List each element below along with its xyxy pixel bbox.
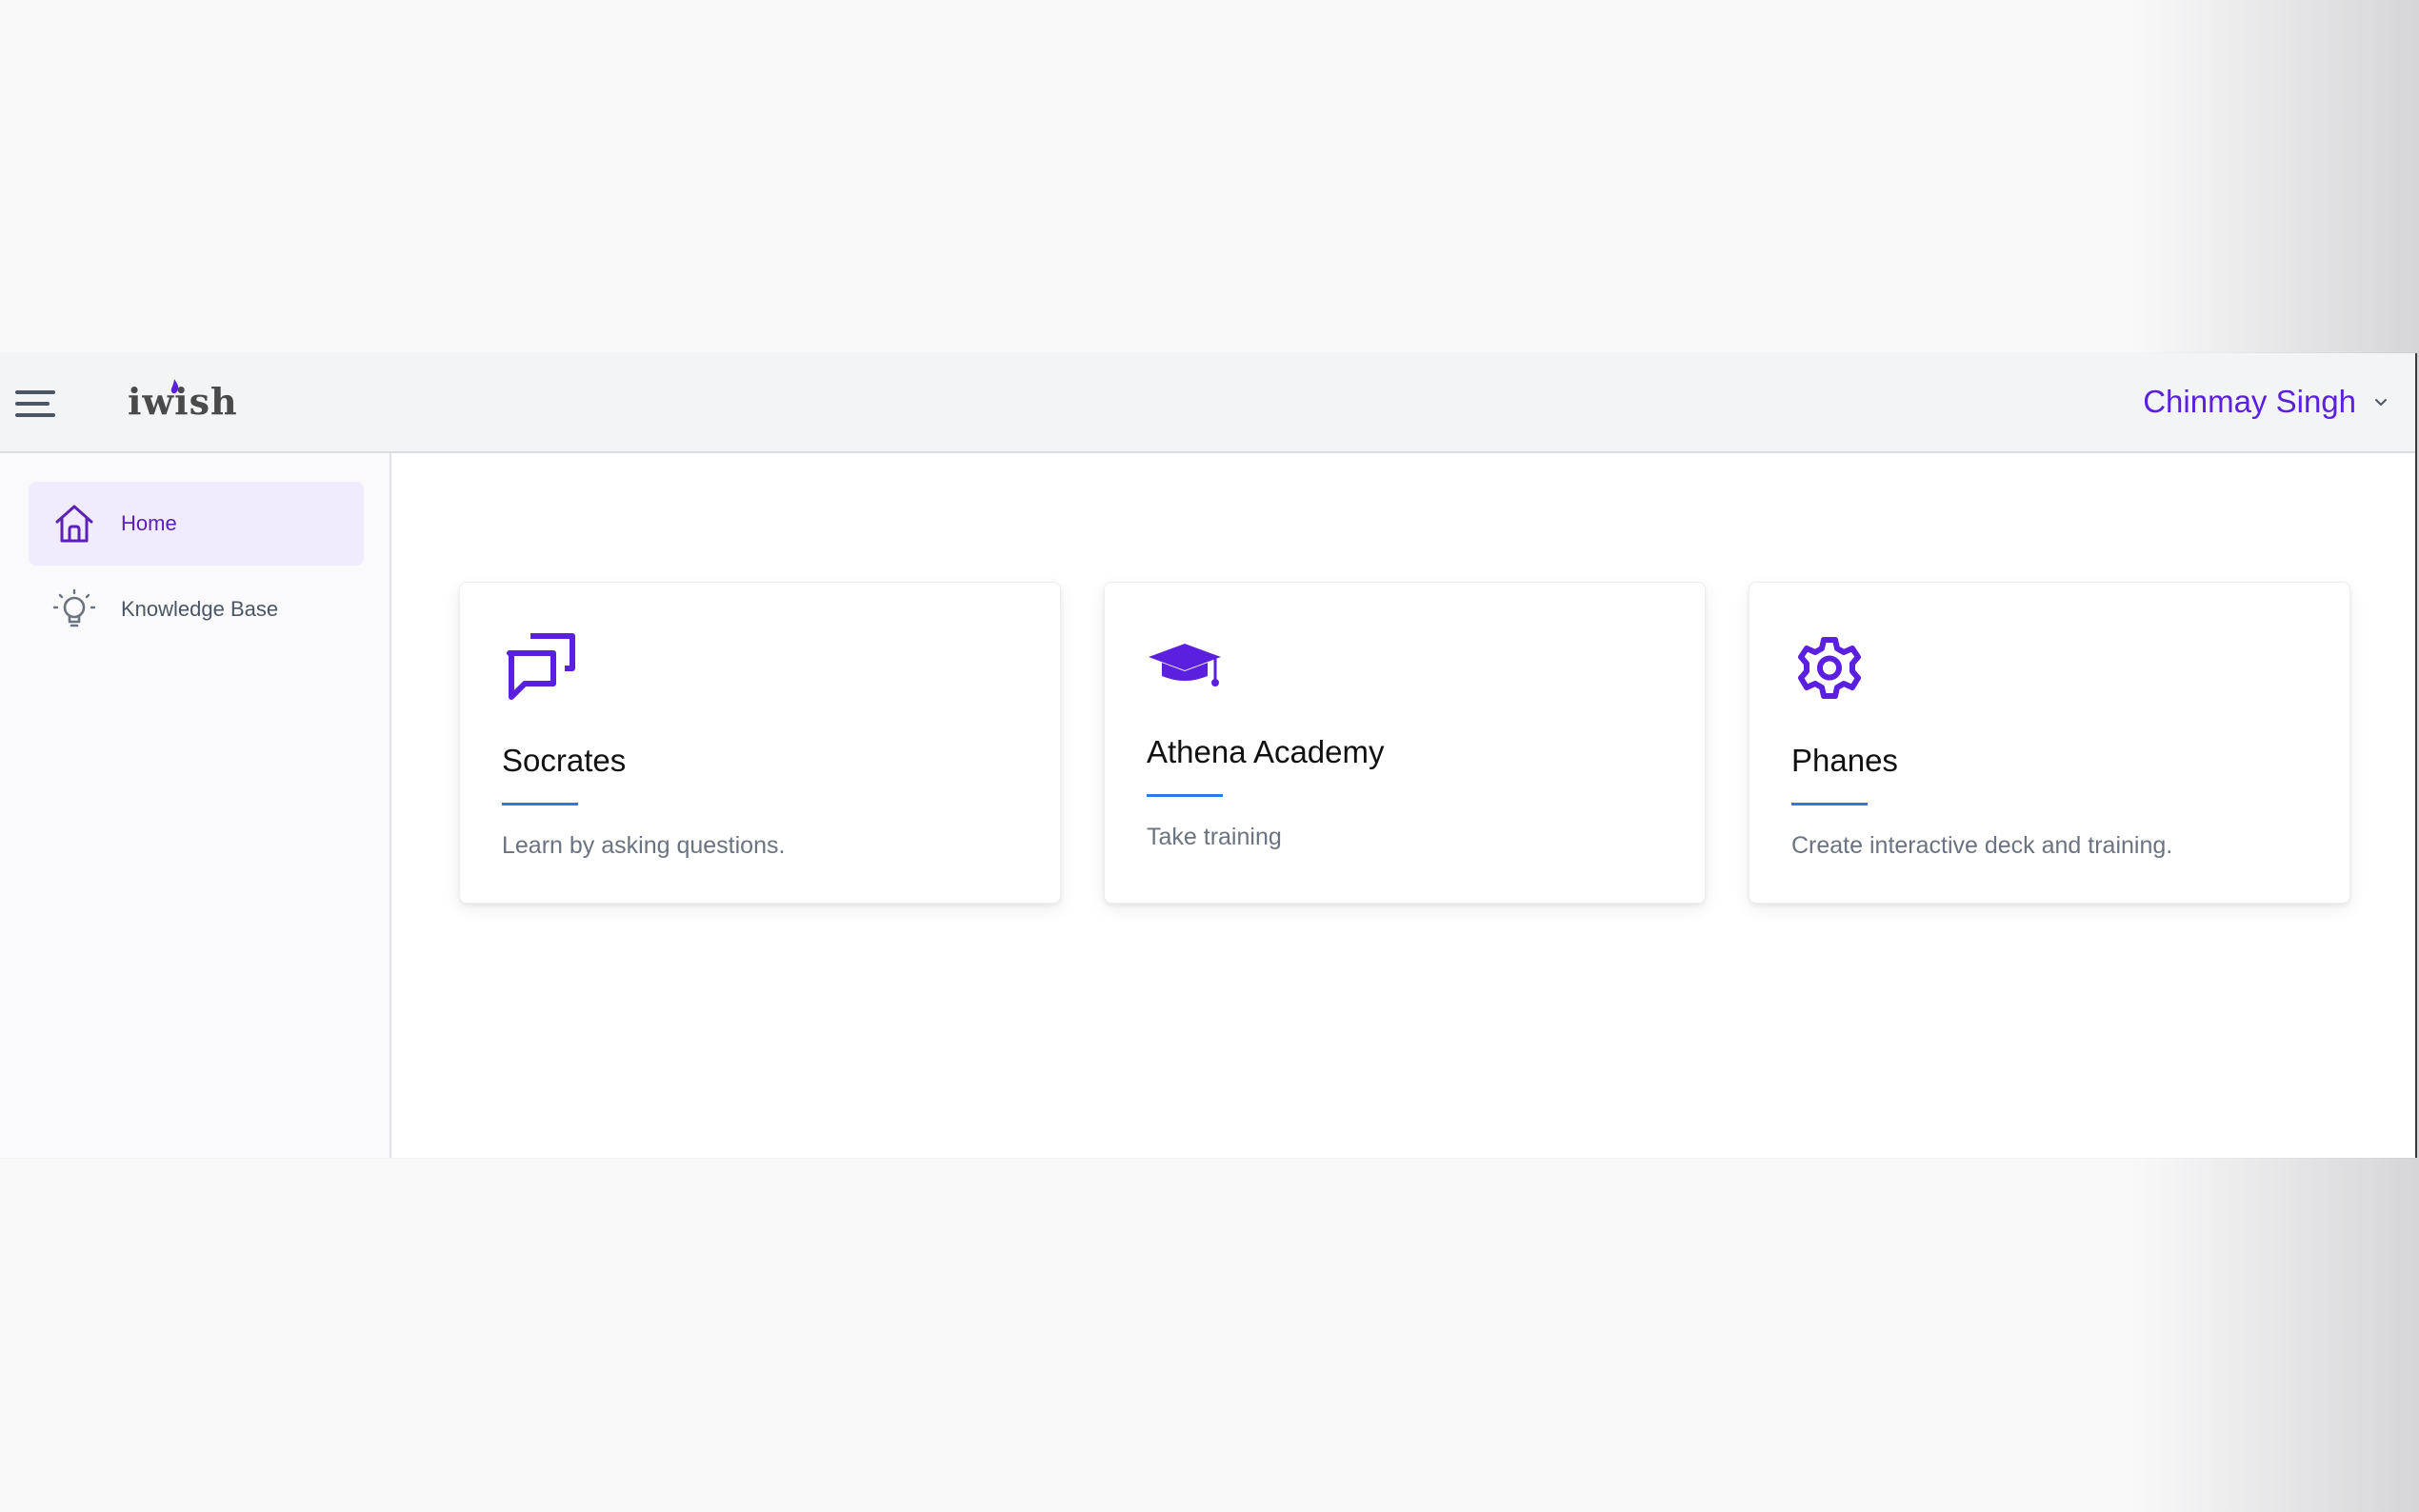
card-underline <box>1791 803 1868 806</box>
lightbulb-icon <box>52 588 96 627</box>
menu-toggle-button[interactable] <box>15 385 55 421</box>
sidebar-item-home[interactable]: Home <box>29 482 364 566</box>
sidebar: Home Knowledge Base <box>0 453 391 1158</box>
card-underline <box>502 803 578 806</box>
card-title: Socrates <box>502 743 627 778</box>
card-phanes[interactable]: Phanes Create interactive deck and train… <box>1749 582 2350 904</box>
graduation-cap-icon <box>1149 644 1221 686</box>
logo[interactable]: iwish <box>128 379 237 428</box>
home-icon <box>55 505 93 543</box>
logo-flame-icon <box>170 379 179 394</box>
app-window: iwish Chinmay Singh Home Knowledge Base … <box>0 353 2417 1158</box>
user-menu[interactable]: Chinmay Singh <box>2143 378 2390 426</box>
card-description: Create interactive deck and training. <box>1791 832 2173 859</box>
hamburger-line <box>15 402 50 406</box>
card-title: Phanes <box>1791 743 1898 778</box>
chat-bubbles-icon <box>507 633 575 700</box>
chevron-down-icon <box>2375 399 2387 406</box>
window-edge <box>2415 353 2417 1158</box>
card-description: Take training <box>1147 824 1282 850</box>
hamburger-line <box>15 413 55 417</box>
top-bar: iwish Chinmay Singh <box>0 353 2417 453</box>
sidebar-item-knowledge-base[interactable]: Knowledge Base <box>29 567 364 651</box>
sidebar-item-label: Knowledge Base <box>121 597 279 621</box>
hamburger-line <box>15 390 55 394</box>
user-name: Chinmay Singh <box>2143 384 2356 419</box>
sidebar-item-label: Home <box>121 511 177 535</box>
card-description: Learn by asking questions. <box>502 832 786 859</box>
card-athena-academy[interactable]: Athena Academy Take training <box>1104 582 1706 904</box>
card-underline <box>1147 794 1223 797</box>
gear-icon <box>1798 637 1861 699</box>
card-socrates[interactable]: Socrates Learn by asking questions. <box>459 582 1061 904</box>
card-title: Athena Academy <box>1147 734 1385 769</box>
